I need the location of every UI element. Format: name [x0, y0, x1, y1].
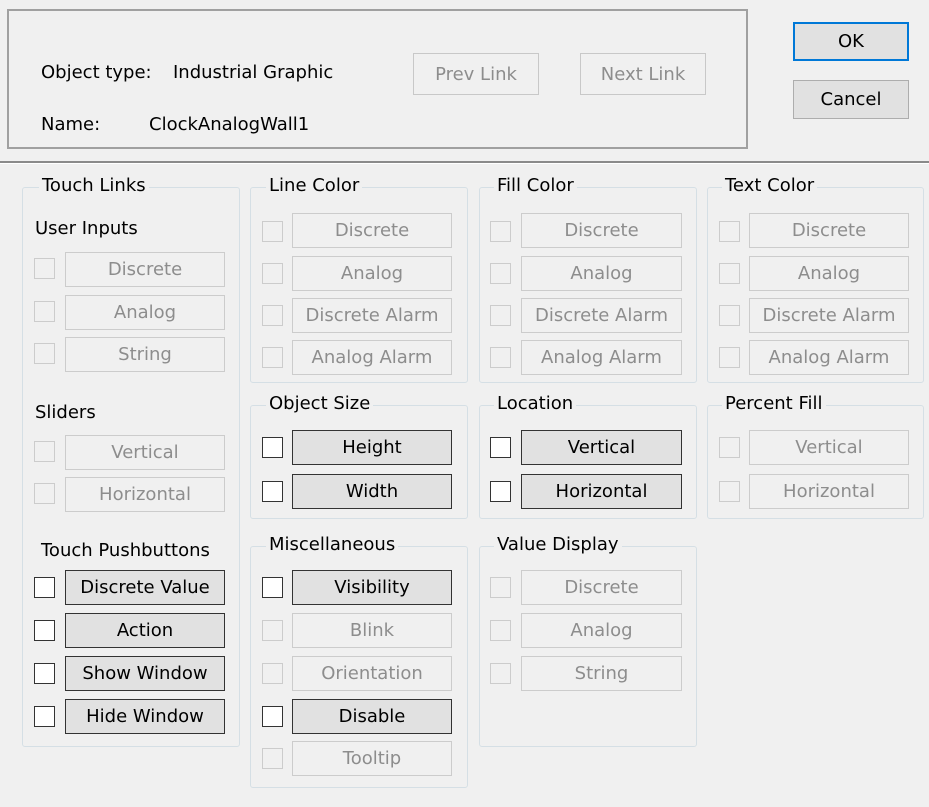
line-color-analog-alarm-checkbox[interactable] — [262, 347, 283, 368]
object-type-label: Object type: — [41, 62, 152, 83]
text-color-title: Text Color — [722, 175, 818, 197]
percent-fill-horizontal-button[interactable]: Horizontal — [749, 474, 909, 509]
fill-color-analog-alarm-button[interactable]: Analog Alarm — [521, 340, 682, 375]
text-color-analog-button[interactable]: Analog — [749, 256, 909, 291]
value-display-analog-checkbox[interactable] — [490, 620, 511, 641]
pushbutton-action-checkbox[interactable] — [34, 620, 55, 641]
line-color-analog-button[interactable]: Analog — [292, 256, 452, 291]
misc-orientation-checkbox[interactable] — [262, 663, 283, 684]
value-display-discrete-checkbox[interactable] — [490, 577, 511, 598]
prev-link-button[interactable]: Prev Link — [413, 53, 539, 95]
pushbutton-hide-window-button[interactable]: Hide Window — [65, 699, 225, 734]
text-color-discrete-alarm-checkbox[interactable] — [719, 305, 740, 326]
object-type-value: Industrial Graphic — [173, 62, 334, 83]
user-input-analog-checkbox[interactable] — [34, 301, 55, 322]
percent-fill-vertical-button[interactable]: Vertical — [749, 430, 909, 465]
cancel-button[interactable]: Cancel — [793, 80, 909, 119]
percent-fill-title: Percent Fill — [722, 393, 826, 415]
pushbutton-discrete-value-checkbox[interactable] — [34, 577, 55, 598]
user-input-analog-button[interactable]: Analog — [65, 295, 225, 330]
misc-blink-checkbox[interactable] — [262, 620, 283, 641]
name-label: Name: — [41, 114, 101, 135]
line-color-analog-checkbox[interactable] — [262, 263, 283, 284]
slider-vertical-checkbox[interactable] — [34, 441, 55, 462]
percent-fill-horizontal-checkbox[interactable] — [719, 481, 740, 502]
misc-visibility-checkbox[interactable] — [262, 577, 283, 598]
object-size-width-button[interactable]: Width — [292, 474, 452, 509]
fill-color-analog-alarm-checkbox[interactable] — [490, 347, 511, 368]
next-link-button[interactable]: Next Link — [580, 53, 706, 95]
fill-color-discrete-alarm-checkbox[interactable] — [490, 305, 511, 326]
line-color-discrete-checkbox[interactable] — [262, 221, 283, 242]
pushbutton-hide-window-checkbox[interactable] — [34, 706, 55, 727]
slider-vertical-button[interactable]: Vertical — [65, 435, 225, 470]
value-display-discrete-button[interactable]: Discrete — [521, 570, 682, 605]
pushbutton-action-button[interactable]: Action — [65, 613, 225, 648]
pushbutton-discrete-value-button[interactable]: Discrete Value — [65, 570, 225, 605]
location-horizontal-button[interactable]: Horizontal — [521, 474, 682, 509]
sliders-label: Sliders — [35, 402, 96, 423]
text-color-discrete-checkbox[interactable] — [719, 221, 740, 242]
value-display-analog-button[interactable]: Analog — [521, 613, 682, 648]
text-color-discrete-alarm-button[interactable]: Discrete Alarm — [749, 298, 909, 333]
header-separator — [0, 161, 929, 164]
misc-tooltip-button[interactable]: Tooltip — [292, 741, 452, 776]
user-input-discrete-checkbox[interactable] — [34, 258, 55, 279]
line-color-discrete-button[interactable]: Discrete — [292, 213, 452, 248]
fill-color-discrete-alarm-button[interactable]: Discrete Alarm — [521, 298, 682, 333]
object-size-height-button[interactable]: Height — [292, 430, 452, 465]
line-color-discrete-alarm-button[interactable]: Discrete Alarm — [292, 298, 452, 333]
object-size-height-checkbox[interactable] — [262, 437, 283, 458]
slider-horizontal-checkbox[interactable] — [34, 483, 55, 504]
touch-pushbuttons-label: Touch Pushbuttons — [41, 540, 210, 561]
slider-horizontal-button[interactable]: Horizontal — [65, 477, 225, 512]
text-color-discrete-button[interactable]: Discrete — [749, 213, 909, 248]
location-vertical-checkbox[interactable] — [490, 437, 511, 458]
object-size-width-checkbox[interactable] — [262, 481, 283, 502]
line-color-discrete-alarm-checkbox[interactable] — [262, 305, 283, 326]
fill-color-discrete-button[interactable]: Discrete — [521, 213, 682, 248]
value-display-string-button[interactable]: String — [521, 656, 682, 691]
value-display-title: Value Display — [494, 534, 622, 556]
line-color-analog-alarm-button[interactable]: Analog Alarm — [292, 340, 452, 375]
misc-visibility-button[interactable]: Visibility — [292, 570, 452, 605]
text-color-analog-alarm-checkbox[interactable] — [719, 347, 740, 368]
location-horizontal-checkbox[interactable] — [490, 481, 511, 502]
misc-disable-checkbox[interactable] — [262, 706, 283, 727]
object-size-title: Object Size — [266, 393, 374, 415]
misc-orientation-button[interactable]: Orientation — [292, 656, 452, 691]
text-color-analog-checkbox[interactable] — [719, 263, 740, 284]
fill-color-analog-button[interactable]: Analog — [521, 256, 682, 291]
location-title: Location — [494, 393, 577, 415]
name-value: ClockAnalogWall1 — [149, 114, 310, 135]
line-color-title: Line Color — [266, 175, 363, 197]
misc-blink-button[interactable]: Blink — [292, 613, 452, 648]
location-vertical-button[interactable]: Vertical — [521, 430, 682, 465]
pushbutton-show-window-checkbox[interactable] — [34, 663, 55, 684]
pushbutton-show-window-button[interactable]: Show Window — [65, 656, 225, 691]
miscellaneous-title: Miscellaneous — [266, 534, 399, 556]
fill-color-discrete-checkbox[interactable] — [490, 221, 511, 242]
misc-disable-button[interactable]: Disable — [292, 699, 452, 734]
misc-tooltip-checkbox[interactable] — [262, 748, 283, 769]
percent-fill-vertical-checkbox[interactable] — [719, 437, 740, 458]
value-display-string-checkbox[interactable] — [490, 663, 511, 684]
user-input-discrete-button[interactable]: Discrete — [65, 252, 225, 287]
user-input-string-button[interactable]: String — [65, 337, 225, 372]
user-input-string-checkbox[interactable] — [34, 343, 55, 364]
fill-color-analog-checkbox[interactable] — [490, 263, 511, 284]
text-color-analog-alarm-button[interactable]: Analog Alarm — [749, 340, 909, 375]
touch-links-title: Touch Links — [39, 175, 149, 197]
fill-color-title: Fill Color — [494, 175, 577, 197]
user-inputs-label: User Inputs — [35, 218, 138, 239]
ok-button[interactable]: OK — [793, 22, 909, 61]
